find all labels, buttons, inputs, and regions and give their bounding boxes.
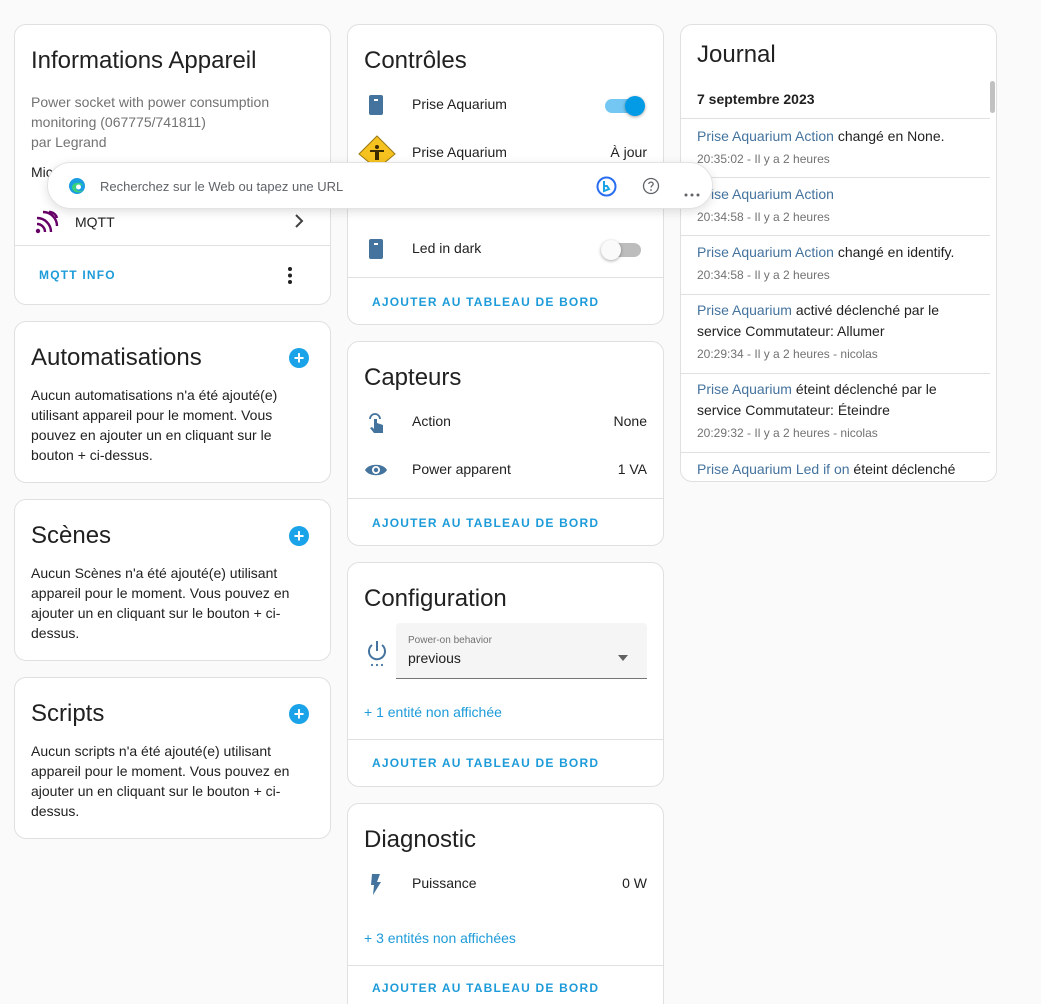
journal-scrollbar[interactable] [990, 81, 995, 113]
flash-icon [364, 872, 388, 896]
add-to-dashboard-button[interactable]: AJOUTER AU TABLEAU DE BORD [372, 516, 599, 530]
log-entity-link[interactable]: Prise Aquarium Action [697, 244, 834, 260]
log-entity-link[interactable]: Prise Aquarium Action [697, 186, 834, 202]
sensor-row-power[interactable]: Power apparent 1 VA [348, 450, 663, 490]
log-time: 20:29:34 - Il y a 2 heures - nicolas [697, 347, 878, 361]
divider [348, 498, 663, 499]
device-info-title: Informations Appareil [31, 47, 257, 74]
bing-chat-icon[interactable] [596, 176, 617, 197]
add-to-dashboard-button[interactable]: AJOUTER AU TABLEAU DE BORD [372, 981, 599, 995]
device-model-line2: monitoring (067775/741811) [31, 114, 206, 130]
automations-title: Automatisations [31, 344, 202, 371]
led-toggle[interactable] [601, 240, 641, 260]
add-to-dashboard-button[interactable]: AJOUTER AU TABLEAU DE BORD [372, 295, 599, 309]
sensor-power-value: 1 VA [617, 461, 647, 477]
sensor-power-name: Power apparent [412, 461, 511, 477]
log-entry: Prise Aquarium Led if on éteint déclench… [681, 453, 990, 481]
log-entity-link[interactable]: Prise Aquarium [697, 302, 792, 318]
scripts-empty-text: Aucun scripts n'a été ajouté(e) utilisan… [31, 743, 290, 819]
log-message: changé en None. [833, 128, 945, 144]
log-entry: Prise Aquarium activé déclenché par le s… [681, 295, 990, 374]
control-row-led[interactable]: Led in dark [348, 229, 663, 269]
power-socket-icon [364, 93, 388, 117]
diagnostic-row-power[interactable]: Puissance 0 W [348, 864, 663, 904]
diagnostic-title: Diagnostic [364, 826, 477, 853]
sensor-row-action[interactable]: Action None [348, 402, 663, 442]
divider [348, 277, 663, 278]
more-horiz-icon[interactable] [684, 184, 700, 197]
diagnostic-power-name: Puissance [412, 875, 477, 891]
mqtt-icon [35, 210, 59, 234]
sensor-action-name: Action [412, 413, 451, 429]
control-update-value: À jour [610, 144, 647, 160]
divider [348, 739, 663, 740]
select-label: Power-on behavior [408, 635, 492, 646]
url-input[interactable]: Recherchez sur le Web ou tapez une URL [100, 179, 343, 194]
log-message: éteint déclenché [849, 461, 956, 477]
log-time: 20:35:02 - Il y a 2 heures [697, 152, 830, 166]
log-entry: Prise Aquarium éteint déclenché par le s… [681, 374, 990, 453]
scenes-empty-text: Aucun Scènes n'a été ajouté(e) utilisant… [31, 565, 290, 641]
browser-search-popup: Recherchez sur le Web ou tapez une URL [47, 162, 713, 209]
dropdown-arrow-icon [617, 648, 629, 666]
log-entity-link[interactable]: Prise Aquarium [697, 381, 792, 397]
configuration-title: Configuration [364, 585, 507, 612]
add-script-button[interactable]: + [289, 704, 309, 724]
sensor-action-value: None [613, 413, 647, 429]
power-icon [365, 640, 389, 668]
control-switch-name: Prise Aquarium [412, 96, 507, 112]
log-time: 20:34:58 - Il y a 2 heures [697, 268, 830, 282]
sensors-title: Capteurs [364, 364, 462, 391]
power-on-behavior-select[interactable]: Power-on behavior previous [396, 623, 647, 679]
automations-empty-text: Aucun automatisations n'a été ajouté(e) … [31, 387, 278, 463]
select-value: previous [408, 650, 461, 666]
automations-card: Automatisations + Aucun automatisations … [14, 321, 331, 483]
help-icon[interactable] [642, 177, 660, 195]
journal-card: Journal 7 septembre 2023 Prise Aquarium … [680, 24, 997, 482]
log-entry: Prise Aquarium Action 20:34:58 - Il y a … [681, 178, 990, 236]
log-message: changé en identify. [833, 244, 955, 260]
log-entry: Prise Aquarium Action changé en identify… [681, 236, 990, 295]
gesture-tap-icon [364, 410, 388, 434]
diagnostic-card: Diagnostic Puissance 0 W + 3 entités non… [347, 803, 664, 1004]
divider [348, 965, 663, 966]
log-time: 20:29:32 - Il y a 2 heures - nicolas [697, 426, 878, 440]
hidden-entities-link[interactable]: + 1 entité non affichée [364, 704, 502, 720]
controls-title: Contrôles [364, 47, 467, 74]
edge-browser-icon [68, 177, 86, 195]
scenes-card: Scènes + Aucun Scènes n'a été ajouté(e) … [14, 499, 331, 661]
mqtt-integration-label: MQTT [75, 214, 115, 230]
control-row-switch[interactable]: Prise Aquarium [348, 85, 663, 125]
divider [15, 245, 330, 246]
scenes-title: Scènes [31, 522, 112, 549]
add-automation-button[interactable]: + [289, 348, 309, 368]
mqtt-logo-partial [880, 0, 990, 4]
configuration-card: Configuration Power-on behavior previous… [347, 562, 664, 787]
mqtt-info-button[interactable]: MQTT INFO [39, 268, 116, 282]
device-model-line1: Power socket with power consumption [31, 94, 270, 110]
log-entity-link[interactable]: Prise Aquarium Led if on [697, 461, 850, 477]
log-entity-link[interactable]: Prise Aquarium Action [697, 128, 834, 144]
eye-icon [364, 458, 388, 482]
log-time: 20:34:58 - Il y a 2 heures [697, 210, 830, 224]
log-entry: Prise Aquarium Action changé en None. 20… [681, 119, 990, 178]
journal-title: Journal [697, 41, 776, 68]
switch-toggle[interactable] [605, 96, 645, 116]
add-scene-button[interactable]: + [289, 526, 309, 546]
scripts-title: Scripts [31, 700, 105, 727]
more-vert-icon[interactable] [287, 266, 293, 286]
power-socket-icon [364, 237, 388, 261]
control-update-name: Prise Aquarium [412, 144, 507, 160]
chevron-right-icon [294, 211, 306, 236]
sensors-card: Capteurs Action None Power apparent 1 VA… [347, 341, 664, 546]
diagnostic-power-value: 0 W [622, 875, 647, 891]
add-to-dashboard-button[interactable]: AJOUTER AU TABLEAU DE BORD [372, 756, 599, 770]
mqtt-integration-row[interactable]: MQTT [15, 203, 330, 243]
scripts-card: Scripts + Aucun scripts n'a été ajouté(e… [14, 677, 331, 839]
control-led-name: Led in dark [412, 240, 482, 256]
journal-date: 7 septembre 2023 [697, 91, 815, 107]
device-manufacturer: par Legrand [31, 134, 107, 150]
hidden-entities-link[interactable]: + 3 entités non affichées [364, 930, 516, 946]
